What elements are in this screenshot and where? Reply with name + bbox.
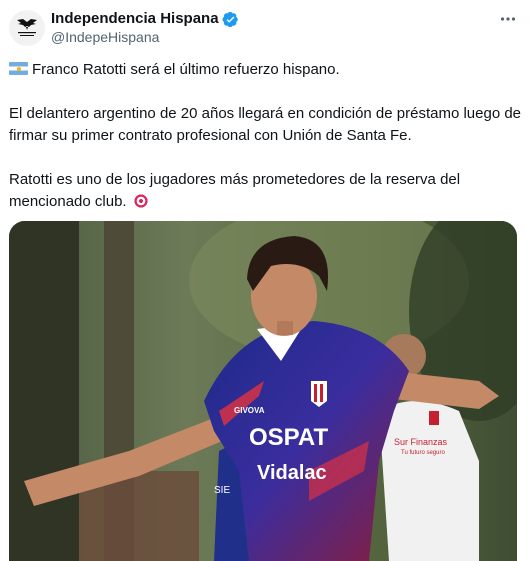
verified-badge-icon bbox=[222, 11, 238, 27]
avatar[interactable] bbox=[9, 10, 45, 46]
photo-sponsor-main: OSPAT bbox=[249, 424, 328, 451]
tweet-paragraph-text: El delantero argentino de 20 años llegar… bbox=[9, 105, 522, 144]
photo-sleeve-small-text: Tu futuro seguro bbox=[401, 450, 445, 456]
argentina-flag-icon bbox=[9, 62, 28, 75]
photo-other-sleeve-text: SIE bbox=[214, 485, 230, 496]
tweet-paragraph-text: Ratotti es uno de los jugadores más prom… bbox=[9, 171, 461, 210]
tweet-text: Franco Ratotti será el último refuerzo h… bbox=[9, 59, 524, 213]
more-options-icon[interactable] bbox=[498, 10, 518, 28]
author-handle[interactable]: @IndepeHispana bbox=[51, 29, 159, 46]
direct-hit-icon bbox=[132, 193, 149, 209]
tweet-photo[interactable]: Sur Finanzas Tu futuro seguro SIE OSPAT … bbox=[9, 221, 517, 561]
tweet-paragraph: Ratotti es uno de los jugadores más prom… bbox=[9, 169, 524, 213]
tweet-paragraph: El delantero argentino de 20 años llegar… bbox=[9, 103, 524, 147]
photo-brand-text: GIVOVA bbox=[234, 406, 265, 415]
tweet-paragraph-text: Franco Ratotti será el último refuerzo h… bbox=[32, 61, 340, 78]
tweet-paragraph: Franco Ratotti será el último refuerzo h… bbox=[9, 59, 524, 81]
author-display-name[interactable]: Independencia Hispana bbox=[51, 10, 219, 28]
author-name-row[interactable]: Independencia Hispana bbox=[51, 10, 239, 28]
photo-sponsor-secondary: Vidalac bbox=[257, 462, 327, 484]
player-photo: Sur Finanzas Tu futuro seguro SIE OSPAT … bbox=[9, 221, 517, 561]
tweet-card: Independencia Hispana @IndepeHispana Fra… bbox=[0, 0, 532, 561]
photo-sleeve-text: Sur Finanzas bbox=[394, 437, 448, 447]
eagle-logo-icon bbox=[17, 19, 37, 36]
